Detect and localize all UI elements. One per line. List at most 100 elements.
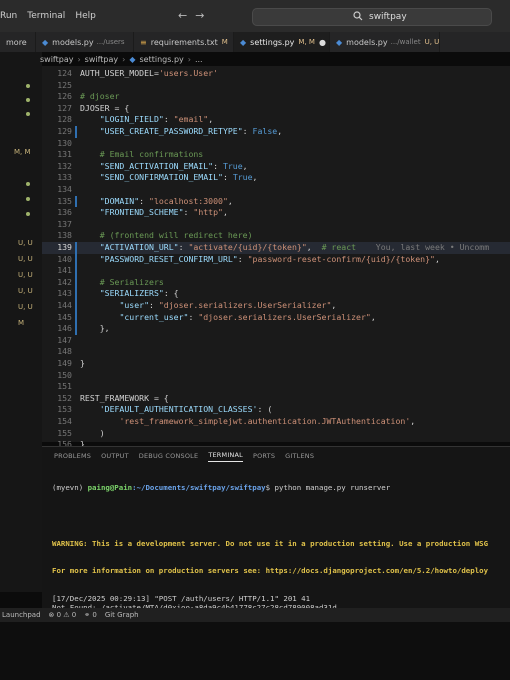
code-line[interactable]: 147	[42, 335, 510, 347]
code-line[interactable]: 146 },	[42, 323, 510, 335]
code-line[interactable]: 129 "USER_CREATE_PASSWORD_RETYPE": False…	[42, 126, 510, 138]
breadcrumb-item[interactable]: swiftpay	[40, 55, 73, 64]
code-line[interactable]: 133 "SEND_CONFIRMATION_EMAIL": True,	[42, 172, 510, 184]
tab-more[interactable]: more	[0, 32, 36, 52]
tab-settings[interactable]: ◆ settings.py M, M ●	[234, 32, 330, 52]
git-status-label: M, M	[14, 148, 31, 156]
code-line[interactable]: 125	[42, 80, 510, 92]
code-line[interactable]: 140 "PASSWORD_RESET_CONFIRM_URL": "passw…	[42, 253, 510, 266]
terminal-command: $ python manage.py runserver	[265, 483, 391, 493]
git-graph-button[interactable]: Git Graph	[105, 611, 139, 619]
code-line[interactable]: 150	[42, 370, 510, 382]
code-line[interactable]: 155 )	[42, 428, 510, 440]
code-line[interactable]: 130	[42, 138, 510, 150]
code-text: "ACTIVATION_URL": "activate/{uid}/{token…	[99, 242, 490, 252]
tab-models-wallet[interactable]: ◆ models.py .../wallet U, U	[330, 32, 440, 52]
terminal-warning: WARNING: This is a development server. D…	[52, 538, 489, 548]
line-number: 125	[57, 79, 72, 90]
code-line[interactable]: 128 "LOGIN_FIELD": "email",	[42, 114, 510, 126]
code-line[interactable]: 141	[42, 265, 510, 277]
code-line[interactable]: 149}	[42, 358, 510, 370]
git-status-label: U, U	[18, 239, 33, 247]
code-line[interactable]: 137	[42, 219, 510, 231]
unsaved-dot-icon[interactable]: ●	[319, 38, 326, 47]
tab-ports[interactable]: PORTS	[253, 452, 275, 460]
command-center-search[interactable]: swiftpay	[252, 8, 492, 26]
modified-line-indicator[interactable]	[75, 126, 77, 138]
line-number: 132	[57, 160, 72, 171]
back-arrow-icon[interactable]: ←	[178, 9, 195, 22]
breadcrumb-item[interactable]: ...	[195, 55, 203, 64]
line-number: 130	[57, 137, 72, 148]
nav-arrows: ←→	[178, 9, 212, 22]
code-line[interactable]: 138 # (frontend will redirect here)	[42, 230, 510, 242]
menu-help[interactable]: Help	[75, 11, 96, 21]
tab-problems[interactable]: PROBLEMS	[54, 452, 91, 460]
code-line[interactable]: 142 # Serializers	[42, 276, 510, 289]
menu-terminal[interactable]: Terminal	[27, 11, 65, 21]
ports-counter[interactable]: ⚭ 0	[84, 611, 97, 619]
line-number: 133	[57, 172, 72, 183]
code-line[interactable]: 135 "DOMAIN": "localhost:3000",	[42, 195, 510, 208]
code-text: "USER_CREATE_PASSWORD_RETYPE": False,	[99, 126, 283, 136]
menu-run[interactable]: Run	[0, 11, 17, 21]
gitlens-blame: You, last week • Uncomm	[356, 242, 490, 252]
code-line[interactable]: 132 "SEND_ACTIVATION_EMAIL": True,	[42, 161, 510, 173]
code-line[interactable]: 124 AUTH_USER_MODEL='users.User'	[42, 68, 510, 80]
search-icon	[353, 11, 363, 24]
code-line[interactable]: 154 'rest_framework_simplejwt.authentica…	[42, 416, 510, 428]
line-number: 139	[57, 242, 72, 252]
modified-line-indicator[interactable]	[75, 195, 77, 208]
launchpad-button[interactable]: Launchpad	[2, 611, 41, 619]
code-text: "user": "djoser.serializers.UserSerializ…	[119, 300, 337, 310]
line-number: 138	[57, 230, 72, 241]
code-text: }	[80, 358, 85, 368]
line-number: 152	[57, 392, 72, 403]
line-number: 134	[57, 184, 72, 194]
modified-line-indicator[interactable]	[75, 311, 77, 324]
code-line[interactable]: 143 "SERIALIZERS": {	[42, 288, 510, 300]
tab-models-users[interactable]: ◆ models.py .../users	[36, 32, 134, 52]
tab-terminal[interactable]: TERMINAL	[208, 451, 243, 462]
tab-label: more	[6, 37, 27, 47]
code-editor[interactable]: 124 AUTH_USER_MODEL='users.User' 125 126 # d…	[42, 66, 510, 449]
forward-arrow-icon[interactable]: →	[195, 9, 212, 22]
code-line[interactable]: 134	[42, 184, 510, 196]
modified-line-indicator[interactable]	[75, 242, 77, 254]
tab-gitlens[interactable]: GITLENS	[285, 452, 314, 460]
code-line[interactable]: 136 "FRONTEND_SCHEME": "http",	[42, 207, 510, 219]
code-text: DJOSER = {	[80, 102, 130, 113]
modified-line-indicator[interactable]	[75, 265, 77, 277]
modified-line-indicator[interactable]	[75, 323, 77, 335]
code-line[interactable]: 148	[42, 346, 510, 358]
problems-counter[interactable]: ⊗ 0 ⚠ 0	[49, 611, 77, 619]
terminal-user: paing@Pain	[87, 483, 133, 493]
tab-output[interactable]: OUTPUT	[101, 452, 129, 460]
tab-debug-console[interactable]: DEBUG CONSOLE	[139, 452, 199, 460]
code-line[interactable]: 145 "current_user": "djoser.serializers.…	[42, 311, 510, 324]
tab-requirements[interactable]: ≡ requirements.txt M	[134, 32, 234, 52]
editor-tabbar: more ◆ models.py .../users ≡ requirement…	[0, 32, 510, 52]
code-line[interactable]: 127 DJOSER = {	[42, 103, 510, 115]
code-line[interactable]: 139 "ACTIVATION_URL": "activate/{uid}/{t…	[42, 242, 510, 254]
code-line[interactable]: 153 'DEFAULT_AUTHENTICATION_CLASSES': (	[42, 404, 510, 416]
python-file-icon: ◆	[42, 37, 49, 47]
breadcrumb-item[interactable]: swiftpay	[85, 55, 118, 64]
modified-line-indicator[interactable]	[75, 288, 77, 300]
code-line[interactable]: 126 # djoser	[42, 91, 510, 103]
chevron-right-icon: ›	[187, 54, 191, 64]
code-line[interactable]: 152 REST_FRAMEWORK = {	[42, 393, 510, 405]
code-line[interactable]: 144 "user": "djoser.serializers.UserSeri…	[42, 300, 510, 312]
modified-line-indicator[interactable]	[75, 276, 77, 289]
code-line[interactable]: 131 # Email confirmations	[42, 149, 510, 161]
code-text: # (frontend will redirect here)	[99, 230, 253, 241]
modified-line-indicator[interactable]	[75, 253, 77, 266]
git-status-label: M	[18, 319, 25, 327]
modified-line-indicator[interactable]	[75, 300, 77, 312]
python-file-icon: ◆	[336, 37, 343, 47]
panel-tabs: PROBLEMS OUTPUT DEBUG CONSOLE TERMINAL P…	[42, 447, 510, 465]
line-number: 150	[57, 369, 72, 380]
breadcrumb-item[interactable]: settings.py	[140, 55, 184, 64]
code-line[interactable]: 151	[42, 381, 510, 393]
code-text: "SEND_ACTIVATION_EMAIL": True,	[99, 160, 248, 171]
